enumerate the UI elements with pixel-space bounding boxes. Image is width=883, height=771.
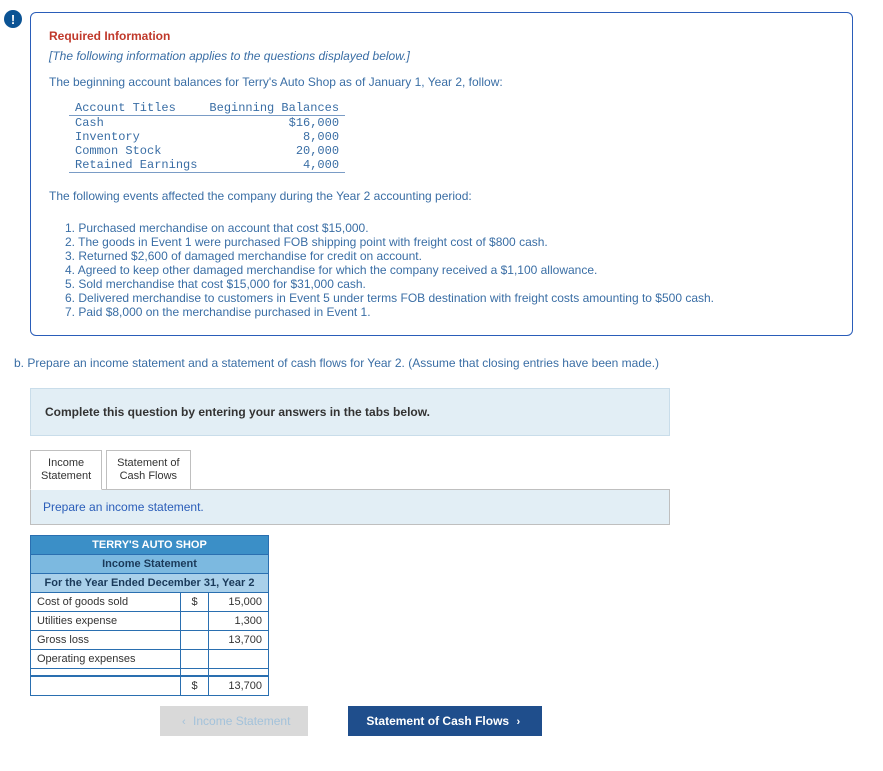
row-label-input[interactable] — [31, 669, 181, 677]
list-item: 7. Paid $8,000 on the merchandise purcha… — [65, 305, 834, 319]
tabs: Income Statement Statement of Cash Flows — [30, 450, 883, 490]
col-header-titles: Account Titles — [69, 101, 203, 116]
list-item: 3. Returned $2,600 of damaged merchandis… — [65, 249, 834, 263]
event-text: Paid $8,000 on the merchandise purchased… — [78, 305, 370, 319]
intro-text: The beginning account balances for Terry… — [49, 75, 834, 89]
total-row: $ 13,700 — [31, 676, 269, 696]
statement-subtitle: Income Statement — [31, 555, 269, 574]
row-value-input[interactable] — [209, 650, 269, 669]
row-symbol: $ — [181, 593, 209, 612]
event-text: Delivered merchandise to customers in Ev… — [78, 291, 714, 305]
alert-icon: ! — [4, 10, 22, 28]
question-b: b. Prepare an income statement and a sta… — [14, 356, 853, 370]
row-symbol — [181, 612, 209, 631]
event-text: Returned $2,600 of damaged merchandise f… — [78, 249, 422, 263]
row-value-input[interactable]: 13,700 — [209, 631, 269, 650]
table-row: Operating expenses — [31, 650, 269, 669]
required-info-box: Required Information [The following info… — [30, 12, 853, 336]
tab-cash-flows[interactable]: Statement of Cash Flows — [106, 450, 190, 490]
row-symbol — [181, 650, 209, 669]
row-label-input[interactable]: Gross loss — [31, 631, 181, 650]
events-intro: The following events affected the compan… — [49, 189, 834, 203]
balance-row-title: Common Stock — [69, 144, 203, 158]
list-item: 5. Sold merchandise that cost $15,000 fo… — [65, 277, 834, 291]
events-list: 1. Purchased merchandise on account that… — [49, 221, 834, 319]
balance-row-value: 8,000 — [203, 130, 345, 144]
event-text: Agreed to keep other damaged merchandise… — [78, 263, 598, 277]
income-statement-table: TERRY'S AUTO SHOP Income Statement For t… — [30, 535, 269, 696]
row-value-input[interactable]: 1,300 — [209, 612, 269, 631]
event-text: Sold merchandise that cost $15,000 for $… — [78, 277, 366, 291]
event-text: Purchased merchandise on account that co… — [78, 221, 368, 235]
complete-prompt: Complete this question by entering your … — [30, 388, 670, 436]
statement-period: For the Year Ended December 31, Year 2 — [31, 574, 269, 593]
table-row: Gross loss 13,700 — [31, 631, 269, 650]
row-symbol — [181, 669, 209, 677]
total-value: 13,700 — [209, 676, 269, 696]
total-label — [31, 676, 181, 696]
tab-income-statement[interactable]: Income Statement — [30, 450, 102, 490]
nav-buttons: ‹ Income Statement Statement of Cash Flo… — [160, 706, 883, 736]
chevron-right-icon: › — [516, 716, 520, 728]
prev-button-label: Income Statement — [193, 714, 290, 728]
balance-row-title: Inventory — [69, 130, 203, 144]
list-item: 4. Agreed to keep other damaged merchand… — [65, 263, 834, 277]
row-label-input[interactable]: Utilities expense — [31, 612, 181, 631]
tab-panel-instruction: Prepare an income statement. — [30, 489, 670, 525]
balance-row-value: 20,000 — [203, 144, 345, 158]
chevron-left-icon: ‹ — [182, 716, 186, 728]
balance-row-title: Retained Earnings — [69, 158, 203, 173]
prev-button[interactable]: ‹ Income Statement — [160, 706, 308, 736]
balance-row-value: 4,000 — [203, 158, 345, 173]
list-item: 6. Delivered merchandise to customers in… — [65, 291, 834, 305]
row-value-input[interactable] — [209, 669, 269, 677]
event-text: The goods in Event 1 were purchased FOB … — [78, 235, 548, 249]
beginning-balances-table: Account Titles Beginning Balances Cash $… — [69, 101, 345, 173]
list-item: 2. The goods in Event 1 were purchased F… — [65, 235, 834, 249]
total-symbol: $ — [181, 676, 209, 696]
balance-row-value: $16,000 — [203, 116, 345, 131]
table-row: Cost of goods sold $ 15,000 — [31, 593, 269, 612]
next-button-label: Statement of Cash Flows — [366, 714, 509, 728]
alert-symbol: ! — [11, 12, 15, 27]
balance-row-title: Cash — [69, 116, 203, 131]
list-item: 1. Purchased merchandise on account that… — [65, 221, 834, 235]
row-label-input[interactable]: Cost of goods sold — [31, 593, 181, 612]
table-row — [31, 669, 269, 677]
statement-title: TERRY'S AUTO SHOP — [31, 536, 269, 555]
applies-note: [The following information applies to th… — [49, 49, 834, 63]
row-symbol — [181, 631, 209, 650]
table-row: Utilities expense 1,300 — [31, 612, 269, 631]
row-value-input[interactable]: 15,000 — [209, 593, 269, 612]
next-button[interactable]: Statement of Cash Flows › — [348, 706, 542, 736]
required-title: Required Information — [49, 29, 834, 43]
row-label-input[interactable]: Operating expenses — [31, 650, 181, 669]
col-header-balances: Beginning Balances — [203, 101, 345, 116]
